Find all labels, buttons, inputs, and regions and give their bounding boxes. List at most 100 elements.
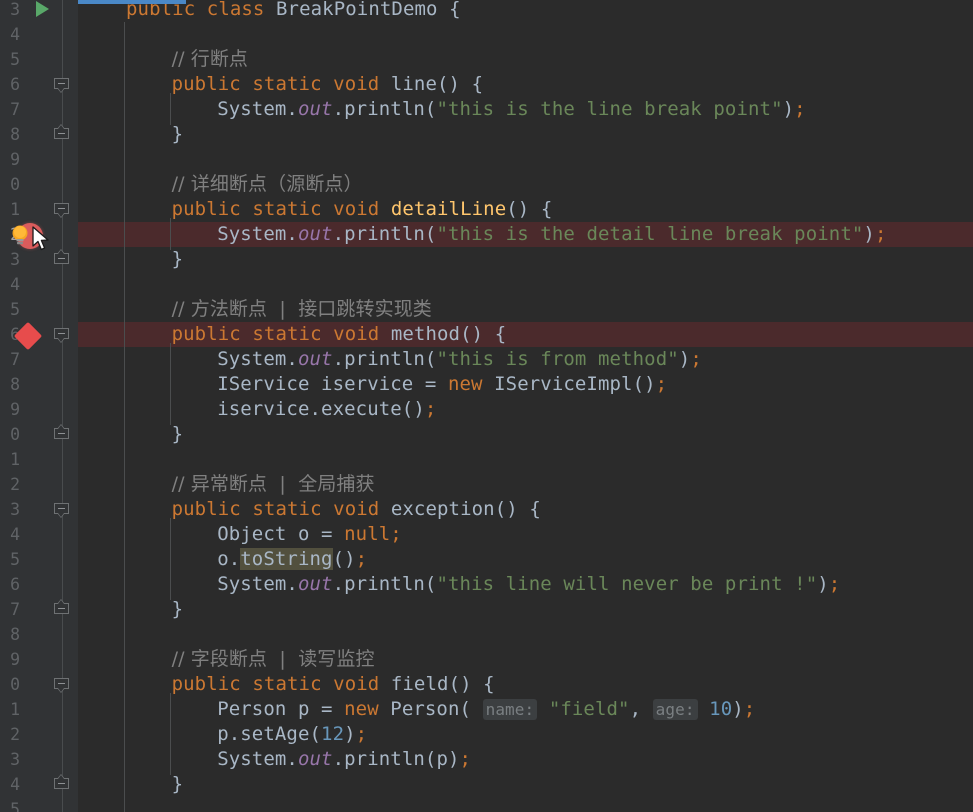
- code-token: }: [171, 598, 184, 620]
- line-number: 0: [10, 175, 20, 194]
- code-token: // 方法断点 | 接口跳转实现类: [171, 298, 432, 320]
- code-token: }: [171, 423, 184, 445]
- line-number: 0: [10, 675, 20, 694]
- fold-region-end-icon[interactable]: [54, 249, 71, 270]
- code-token: 12: [321, 723, 345, 745]
- code-line[interactable]: // 字段断点 | 读写监控: [78, 647, 973, 672]
- code-token: .println(: [332, 348, 437, 370]
- line-number: 6: [10, 575, 20, 594]
- code-token: () {: [506, 198, 553, 220]
- run-gutter-arrow-icon[interactable]: [36, 1, 49, 17]
- code-line[interactable]: }: [78, 122, 973, 147]
- code-line[interactable]: [78, 797, 973, 812]
- ide-editor-window: 345678901234567890123456789012345 public…: [0, 0, 973, 812]
- code-line[interactable]: // 行断点: [78, 47, 973, 72]
- line-number: 5: [10, 300, 20, 319]
- code-token: out: [297, 98, 333, 120]
- code-token: ;: [355, 548, 368, 570]
- line-number: 8: [10, 625, 20, 644]
- code-line[interactable]: }: [78, 597, 973, 622]
- code-token: ;: [874, 223, 887, 245]
- code-token: IService iservice =: [217, 373, 448, 395]
- code-line[interactable]: o.toString();: [78, 547, 973, 572]
- code-token: ;: [459, 748, 472, 770]
- code-line[interactable]: // 详细断点（源断点）: [78, 172, 973, 197]
- code-token: ;: [743, 698, 756, 720]
- code-token: class: [206, 0, 277, 20]
- code-line-text: }: [78, 247, 973, 272]
- code-token: () {: [437, 73, 484, 95]
- code-token: // 字段断点 | 读写监控: [171, 648, 375, 670]
- code-token: void: [333, 323, 391, 345]
- line-number: 7: [10, 100, 20, 119]
- code-line[interactable]: [78, 622, 973, 647]
- code-line-text: o.toString();: [78, 547, 973, 572]
- code-token: ;: [655, 373, 668, 395]
- line-number: 4: [10, 25, 20, 44]
- code-line[interactable]: public class BreakPointDemo {: [78, 0, 973, 22]
- code-line[interactable]: }: [78, 772, 973, 797]
- code-token: .println(: [332, 223, 437, 245]
- code-line[interactable]: iservice.execute();: [78, 397, 973, 422]
- intention-lightbulb-icon[interactable]: [10, 224, 30, 250]
- code-line[interactable]: // 异常断点 | 全局捕获: [78, 472, 973, 497]
- code-line[interactable]: Object o = null;: [78, 522, 973, 547]
- code-line-text: }: [78, 422, 973, 447]
- code-line[interactable]: public static void method() {: [78, 322, 973, 347]
- fold-region-end-icon[interactable]: [54, 774, 71, 795]
- fold-region-start-icon[interactable]: [54, 678, 71, 695]
- fold-region-start-icon[interactable]: [54, 503, 71, 520]
- code-token: ;: [355, 723, 368, 745]
- code-line-text: public static void line() {: [78, 72, 973, 97]
- code-token: IServiceImpl(): [494, 373, 656, 395]
- code-line[interactable]: public static void line() {: [78, 72, 973, 97]
- code-line[interactable]: [78, 22, 973, 47]
- fold-region-end-icon[interactable]: [54, 124, 71, 145]
- code-token: ): [782, 98, 795, 120]
- code-token: out: [297, 748, 333, 770]
- code-line[interactable]: [78, 272, 973, 297]
- editor-gutter[interactable]: 345678901234567890123456789012345: [0, 0, 78, 812]
- code-line[interactable]: Person p = new Person( name: "field", ag…: [78, 697, 973, 722]
- code-line[interactable]: IService iservice = new IServiceImpl();: [78, 372, 973, 397]
- code-line-text: p.setAge(12);: [78, 722, 973, 747]
- code-line[interactable]: }: [78, 247, 973, 272]
- code-line[interactable]: // 方法断点 | 接口跳转实现类: [78, 297, 973, 322]
- code-token: name:: [482, 699, 538, 720]
- line-number: 3: [10, 250, 20, 269]
- code-line-text: // 字段断点 | 读写监控: [78, 647, 973, 672]
- line-number: 0: [10, 425, 20, 444]
- code-token: static: [252, 498, 334, 520]
- code-line[interactable]: p.setAge(12);: [78, 722, 973, 747]
- fold-region-end-icon[interactable]: [54, 424, 71, 445]
- indent-guide-method-body: [169, 218, 171, 250]
- fold-region-start-icon[interactable]: [54, 203, 71, 220]
- code-line[interactable]: System.out.println("this is the detail l…: [78, 222, 973, 247]
- fold-region-end-icon[interactable]: [54, 599, 71, 620]
- code-token: ): [344, 723, 356, 745]
- code-line[interactable]: System.out.println("this line will never…: [78, 572, 973, 597]
- code-line[interactable]: [78, 147, 973, 172]
- indent-guide-method-body: [169, 518, 171, 600]
- code-line[interactable]: }: [78, 422, 973, 447]
- line-number: 8: [10, 375, 20, 394]
- line-number: 5: [10, 550, 20, 569]
- line-number: 7: [10, 350, 20, 369]
- code-line[interactable]: [78, 447, 973, 472]
- code-token: Object o =: [217, 523, 345, 545]
- code-line[interactable]: public static void exception() {: [78, 497, 973, 522]
- code-line[interactable]: System.out.println(p);: [78, 747, 973, 772]
- code-token: void: [333, 498, 391, 520]
- line-number: 9: [10, 150, 20, 169]
- code-text-area[interactable]: public class BreakPointDemo {// 行断点 publi…: [78, 0, 973, 812]
- code-line[interactable]: System.out.println("this is the line bre…: [78, 97, 973, 122]
- fold-region-start-icon[interactable]: [54, 328, 71, 345]
- code-line[interactable]: System.out.println("this is from method"…: [78, 347, 973, 372]
- code-line[interactable]: public static void field() {: [78, 672, 973, 697]
- code-token: () {: [460, 323, 507, 345]
- code-line[interactable]: public static void detailLine() {: [78, 197, 973, 222]
- fold-region-start-icon[interactable]: [54, 78, 71, 95]
- code-token: // 异常断点 | 全局捕获: [171, 473, 375, 495]
- code-token: static: [252, 673, 334, 695]
